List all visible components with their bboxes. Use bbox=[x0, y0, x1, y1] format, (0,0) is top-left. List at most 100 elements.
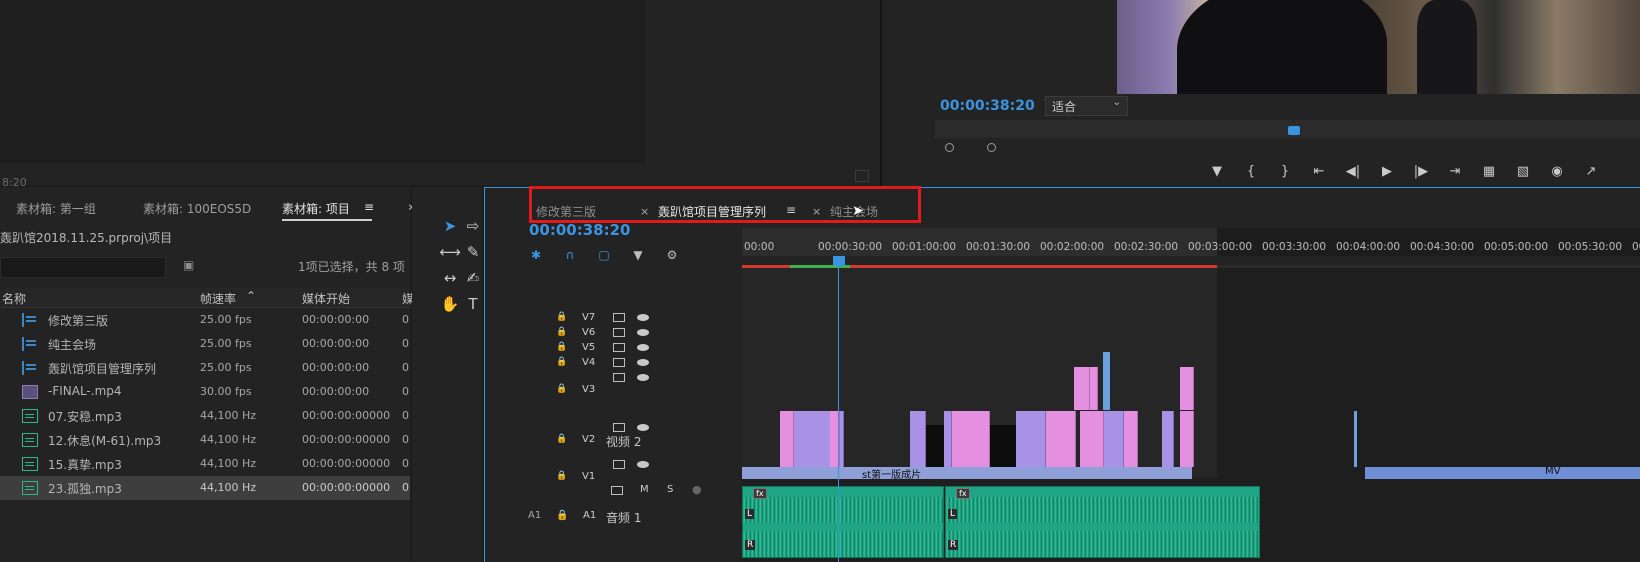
project-item-row[interactable]: 07.安稳.mp3 44,100 Hz 00:00:00:00000 0 bbox=[0, 404, 410, 428]
lock-icon[interactable]: 🔒 bbox=[556, 357, 567, 367]
export-frame-icon[interactable]: ◉ bbox=[1540, 163, 1574, 181]
eye-icon[interactable] bbox=[637, 359, 649, 366]
column-name[interactable]: 名称 bbox=[2, 290, 26, 307]
fit-zoom-select[interactable]: 适合 ⌄ bbox=[1045, 96, 1128, 116]
video-clip[interactable] bbox=[990, 425, 1016, 467]
project-item-row[interactable]: 纯主会场 25.00 fps 00:00:00:00 0 bbox=[0, 332, 410, 356]
lock-icon[interactable]: 🔒 bbox=[556, 342, 567, 352]
lock-icon[interactable]: 🔒 bbox=[556, 510, 568, 521]
v1-clip-strip-2[interactable] bbox=[1365, 467, 1640, 479]
project-item-row[interactable]: 修改第三版 25.00 fps 00:00:00:00 0 bbox=[0, 308, 410, 332]
audio-track-label[interactable]: A1 bbox=[583, 510, 596, 521]
project-search-input[interactable] bbox=[0, 257, 166, 278]
video-clip[interactable] bbox=[926, 425, 944, 467]
lock-icon[interactable]: 🔒 bbox=[556, 471, 567, 481]
track-select-tool-icon[interactable]: ⇨ bbox=[462, 215, 484, 237]
video-clip[interactable] bbox=[780, 411, 794, 467]
lock-icon[interactable]: 🔒 bbox=[556, 434, 567, 444]
column-frame-rate[interactable]: 帧速率 bbox=[200, 290, 236, 307]
tab-bin-100eos5d[interactable]: 素材箱: 100EOS5D bbox=[143, 200, 251, 217]
project-item-row[interactable]: 轰趴馆项目管理序列 25.00 fps 00:00:00:00 0 bbox=[0, 356, 410, 380]
project-item-row[interactable]: 23.孤独.mp3 44,100 Hz 00:00:00:00000 0 bbox=[0, 476, 410, 500]
zoom-handle-left[interactable] bbox=[945, 143, 954, 152]
track-name-v2[interactable]: 视频 2 bbox=[606, 433, 641, 450]
mark-in-icon[interactable]: { bbox=[1234, 163, 1268, 181]
tab-bin-project[interactable]: 素材箱: 项目 bbox=[282, 200, 350, 217]
audio-clip-1[interactable]: L R fx bbox=[742, 486, 944, 558]
go-to-out-icon[interactable]: ⇥ bbox=[1438, 163, 1472, 181]
video-clip[interactable] bbox=[1104, 411, 1124, 467]
track-label-v7[interactable]: V7 bbox=[582, 312, 595, 323]
track-label-v6[interactable]: V6 bbox=[582, 327, 595, 338]
razor-tool-icon[interactable]: ✎ bbox=[462, 241, 484, 263]
video-clip[interactable] bbox=[910, 411, 926, 467]
insert-icon[interactable] bbox=[855, 170, 869, 182]
timeline-settings-icon[interactable]: ⚙ bbox=[663, 248, 681, 264]
sync-lock-icon[interactable] bbox=[613, 328, 625, 337]
sync-lock-icon[interactable] bbox=[613, 373, 625, 382]
mute-button[interactable]: M bbox=[640, 484, 649, 495]
sync-lock-icon[interactable] bbox=[613, 313, 625, 322]
v1-clip-strip[interactable] bbox=[742, 467, 1192, 479]
video-clip[interactable] bbox=[1016, 411, 1046, 467]
lock-icon[interactable]: 🔒 bbox=[556, 384, 567, 394]
snap-icon[interactable]: ∩ bbox=[561, 248, 579, 264]
video-clip[interactable] bbox=[1180, 411, 1194, 467]
sync-lock-icon[interactable] bbox=[613, 423, 625, 432]
add-marker-icon[interactable]: ▼ bbox=[629, 248, 647, 264]
lift-icon[interactable]: ▦ bbox=[1472, 163, 1506, 181]
video-clip[interactable] bbox=[1080, 411, 1104, 467]
lock-icon[interactable]: 🔒 bbox=[556, 312, 567, 322]
selection-tool-icon[interactable]: ➤ bbox=[439, 215, 461, 237]
pen-tool-icon[interactable]: ✍ bbox=[462, 267, 484, 289]
slip-tool-icon[interactable]: ↔ bbox=[439, 267, 461, 289]
solo-button[interactable]: S bbox=[667, 484, 673, 495]
sync-lock-icon[interactable] bbox=[611, 486, 623, 495]
video-clip[interactable] bbox=[1090, 367, 1098, 410]
tab-bin-group1[interactable]: 素材箱: 第一组 bbox=[16, 200, 96, 217]
video-clip[interactable] bbox=[1124, 411, 1138, 467]
track-label-v5[interactable]: V5 bbox=[582, 342, 595, 353]
column-media-start[interactable]: 媒体开始 bbox=[302, 290, 350, 307]
video-clip[interactable] bbox=[1354, 411, 1357, 467]
track-label-v3[interactable]: V3 bbox=[582, 384, 595, 395]
sync-lock-icon[interactable] bbox=[613, 460, 625, 469]
step-forward-icon[interactable]: |▶ bbox=[1404, 163, 1438, 181]
lock-icon[interactable]: 🔒 bbox=[556, 327, 567, 337]
track-label-v4[interactable]: V4 bbox=[582, 357, 595, 368]
ripple-edit-tool-icon[interactable]: ⟷ bbox=[439, 241, 461, 263]
marker-icon[interactable]: ▼ bbox=[1200, 163, 1234, 181]
video-clip[interactable] bbox=[1180, 367, 1194, 410]
track-label-v2[interactable]: V2 bbox=[582, 434, 595, 445]
timeline-playhead[interactable] bbox=[833, 256, 845, 266]
panel-menu-icon[interactable]: ≡ bbox=[364, 200, 374, 214]
project-item-row[interactable]: 12.休息(M-61).mp3 44,100 Hz 00:00:00:00000 0 bbox=[0, 428, 410, 452]
video-clip[interactable] bbox=[1162, 411, 1174, 467]
new-search-bin-icon[interactable]: ▣ bbox=[183, 258, 194, 272]
eye-icon[interactable] bbox=[637, 424, 649, 431]
zoom-handle-right[interactable] bbox=[987, 143, 996, 152]
eye-icon[interactable] bbox=[637, 461, 649, 468]
program-timecode[interactable]: 00:00:38:20 bbox=[940, 98, 1035, 114]
type-tool-icon[interactable]: T bbox=[462, 293, 484, 315]
audio-source-patch[interactable]: A1 bbox=[528, 510, 541, 521]
video-clip[interactable] bbox=[1046, 411, 1076, 467]
video-clip[interactable] bbox=[944, 411, 952, 467]
eye-icon[interactable] bbox=[637, 314, 649, 321]
extract-icon[interactable]: ▧ bbox=[1506, 163, 1540, 181]
track-label-v1[interactable]: V1 bbox=[582, 471, 595, 482]
eye-icon[interactable] bbox=[637, 329, 649, 336]
eye-icon[interactable] bbox=[637, 374, 649, 381]
hand-tool-icon[interactable]: ✋ bbox=[439, 293, 461, 315]
sync-lock-icon[interactable] bbox=[613, 358, 625, 367]
program-playhead[interactable] bbox=[1288, 126, 1300, 135]
button-editor-icon[interactable]: ↗ bbox=[1574, 163, 1608, 181]
linked-selection-icon[interactable]: ▢ bbox=[595, 248, 613, 264]
track-name-a1[interactable]: 音频 1 bbox=[606, 509, 641, 526]
project-item-row[interactable]: -FINAL-.mp4 30.00 fps 00:00:00:00 0 bbox=[0, 380, 410, 404]
sync-lock-icon[interactable] bbox=[613, 343, 625, 352]
audio-clip-2[interactable]: L R fx bbox=[945, 486, 1260, 558]
sort-ascending-icon[interactable]: ⌃ bbox=[246, 289, 256, 303]
play-icon[interactable]: ▶ bbox=[1370, 163, 1404, 181]
video-clip[interactable] bbox=[1074, 367, 1090, 410]
